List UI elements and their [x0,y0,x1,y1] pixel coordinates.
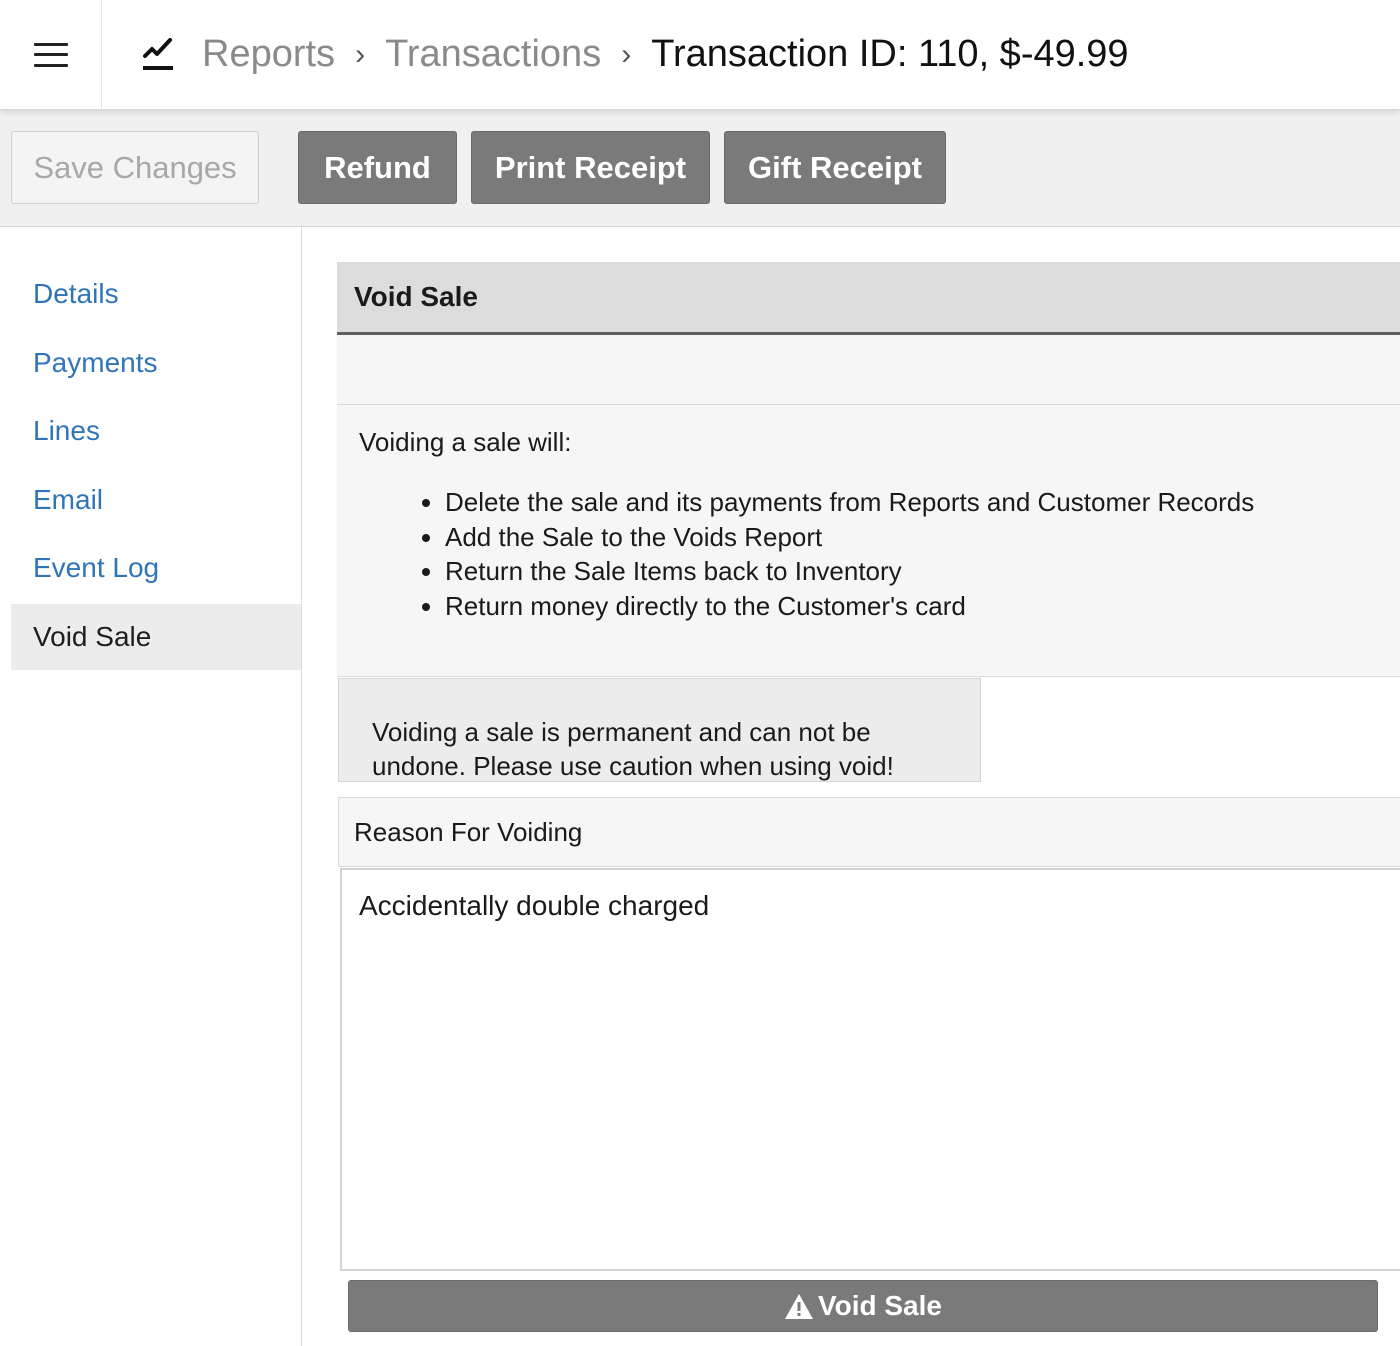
list-item: Return money directly to the Customer's … [445,589,1400,624]
list-item: Return the Sale Items back to Inventory [445,554,1400,589]
page-title: Transaction ID: 110, $-49.99 [651,33,1129,75]
breadcrumb-reports[interactable]: Reports [202,33,335,76]
sidebar-item-event-log[interactable]: Event Log [11,535,301,601]
top-bar: Reports › Transactions › Transaction ID:… [0,0,1400,110]
sidebar-item-void-sale[interactable]: Void Sale [11,604,301,670]
void-info-box: Voiding a sale will: Delete the sale and… [337,405,1400,677]
panel-title: Void Sale [337,262,1400,335]
breadcrumb-separator: › [621,37,632,71]
breadcrumb-transactions[interactable]: Transactions [385,33,601,76]
void-sale-button[interactable]: Void Sale [348,1280,1378,1332]
breadcrumb-separator: › [355,37,366,71]
refund-button[interactable]: Refund [298,131,457,204]
hamburger-icon [33,42,68,67]
action-toolbar: Save Changes Refund Print Receipt Gift R… [0,110,1400,227]
warning-message: Voiding a sale is permanent and can not … [338,678,981,782]
warning-line: Voiding a sale is permanent and can not … [372,717,871,747]
menu-button[interactable] [0,0,102,110]
sidebar-item-lines[interactable]: Lines [11,398,301,464]
line-chart-icon [143,37,173,70]
sidebar-item-details[interactable]: Details [11,261,301,327]
reason-label: Reason For Voiding [338,797,1400,867]
print-receipt-button[interactable]: Print Receipt [471,131,710,204]
sidebar-item-email[interactable]: Email [11,467,301,533]
reason-textarea[interactable]: Accidentally double charged [340,868,1400,1271]
void-sale-button-label: Void Sale [818,1290,942,1321]
void-intro-text: Voiding a sale will: [359,427,572,457]
panel-spacer [337,335,1400,405]
save-changes-button[interactable]: Save Changes [11,131,259,204]
sidebar-nav: Details Payments Lines Email Event Log V… [0,227,302,1346]
warning-line: undone. Please use caution when using vo… [372,751,894,781]
breadcrumb: Reports › Transactions › Transaction ID:… [102,0,1129,110]
warning-row: Voiding a sale is permanent and can not … [337,677,1400,797]
list-item: Delete the sale and its payments from Re… [445,485,1400,520]
gift-receipt-button[interactable]: Gift Receipt [724,131,946,204]
sidebar-item-payments[interactable]: Payments [11,330,301,396]
void-effects-list: Delete the sale and its payments from Re… [359,485,1400,623]
list-item: Add the Sale to the Voids Report [445,520,1400,555]
warning-triangle-icon [785,1293,814,1319]
